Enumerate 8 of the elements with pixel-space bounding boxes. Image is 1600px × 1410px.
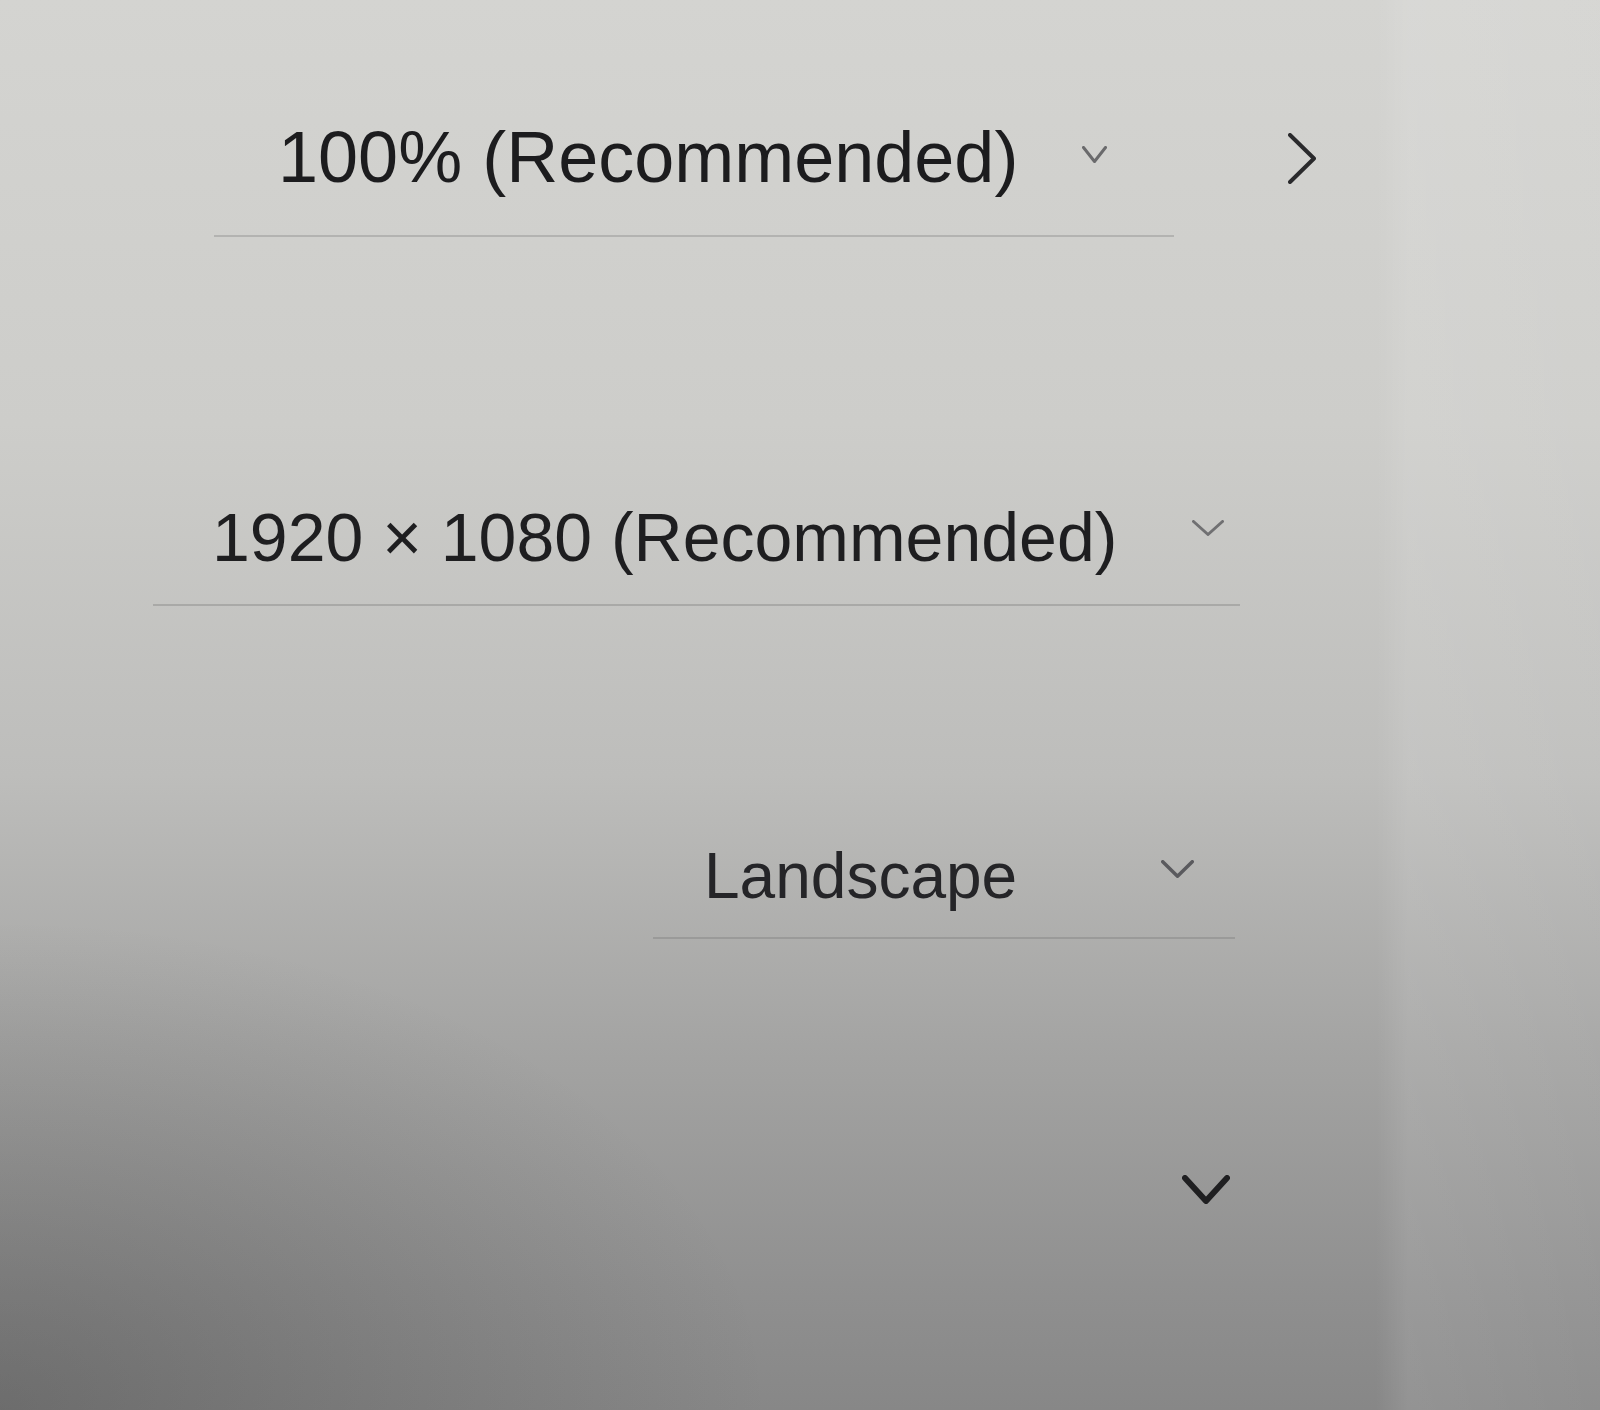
chevron-down-icon bbox=[1082, 146, 1107, 163]
dropdown[interactable]: Landscape bbox=[653, 810, 1235, 939]
dropdown[interactable]: 1920 × 1080 (Recommended) bbox=[153, 470, 1240, 606]
chevron-right-icon[interactable] bbox=[1288, 133, 1316, 184]
chevron-down-icon[interactable] bbox=[1182, 1175, 1230, 1204]
chevron-down-icon bbox=[1161, 860, 1194, 878]
chevron-down-icon bbox=[1192, 520, 1224, 536]
dropdown[interactable]: 100% (Recommended) bbox=[214, 90, 1174, 237]
